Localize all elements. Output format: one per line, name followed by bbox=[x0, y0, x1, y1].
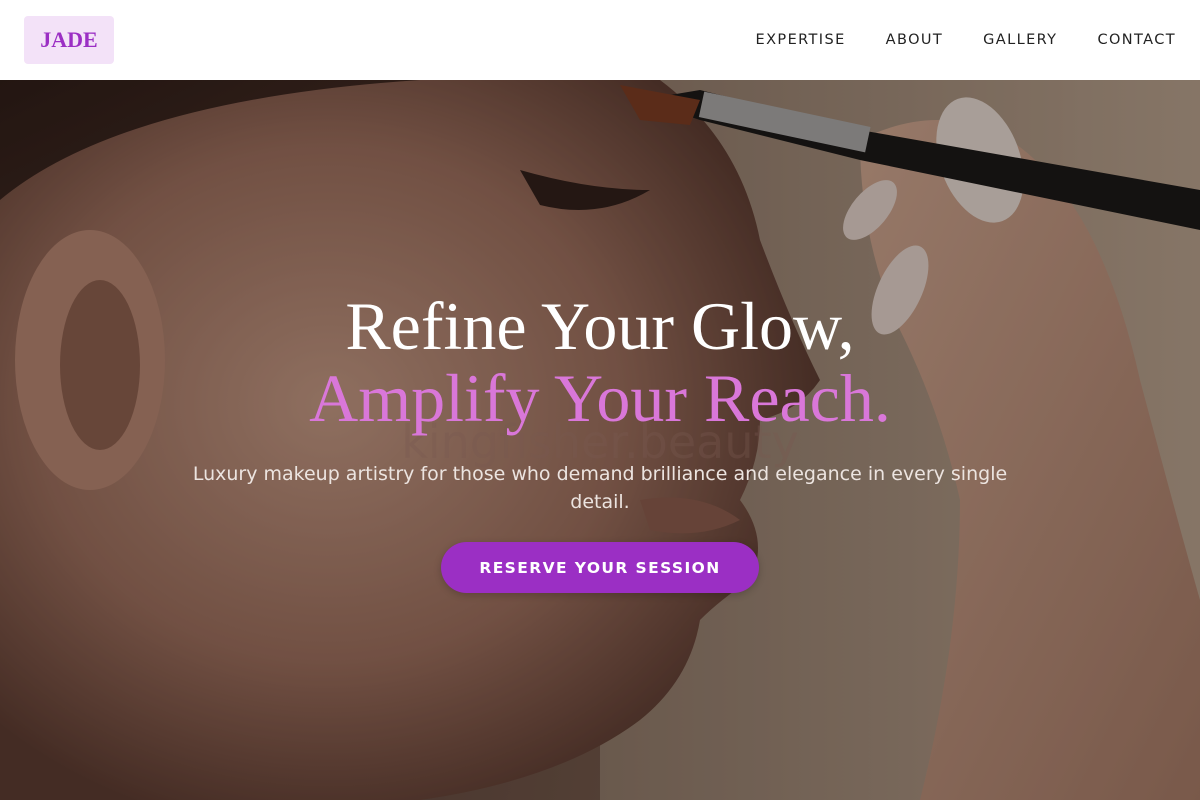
nav-link-expertise[interactable]: EXPERTISE bbox=[756, 32, 846, 48]
nav-link-gallery[interactable]: GALLERY bbox=[983, 32, 1057, 48]
logo[interactable]: JADE bbox=[24, 16, 114, 64]
main-nav: EXPERTISE ABOUT GALLERY CONTACT bbox=[756, 32, 1176, 48]
hero-headline-line2: Amplify Your Reach. kingfisher.beauty bbox=[309, 360, 891, 469]
reserve-session-button[interactable]: RESERVE YOUR SESSION bbox=[441, 542, 759, 593]
nav-link-contact[interactable]: CONTACT bbox=[1097, 32, 1176, 48]
hero-section: Refine Your Glow, Amplify Your Reach. ki… bbox=[0, 80, 1200, 800]
hero-headline-line2-text: Amplify Your Reach. bbox=[309, 360, 891, 436]
hero-headline-line1: Refine Your Glow, bbox=[345, 288, 855, 364]
hero-subtitle: Luxury makeup artistry for those who dem… bbox=[192, 463, 1008, 513]
site-header: JADE EXPERTISE ABOUT GALLERY CONTACT bbox=[0, 0, 1200, 80]
nav-link-about[interactable]: ABOUT bbox=[886, 32, 944, 48]
hero-content: Refine Your Glow, Amplify Your Reach. ki… bbox=[0, 290, 1200, 593]
